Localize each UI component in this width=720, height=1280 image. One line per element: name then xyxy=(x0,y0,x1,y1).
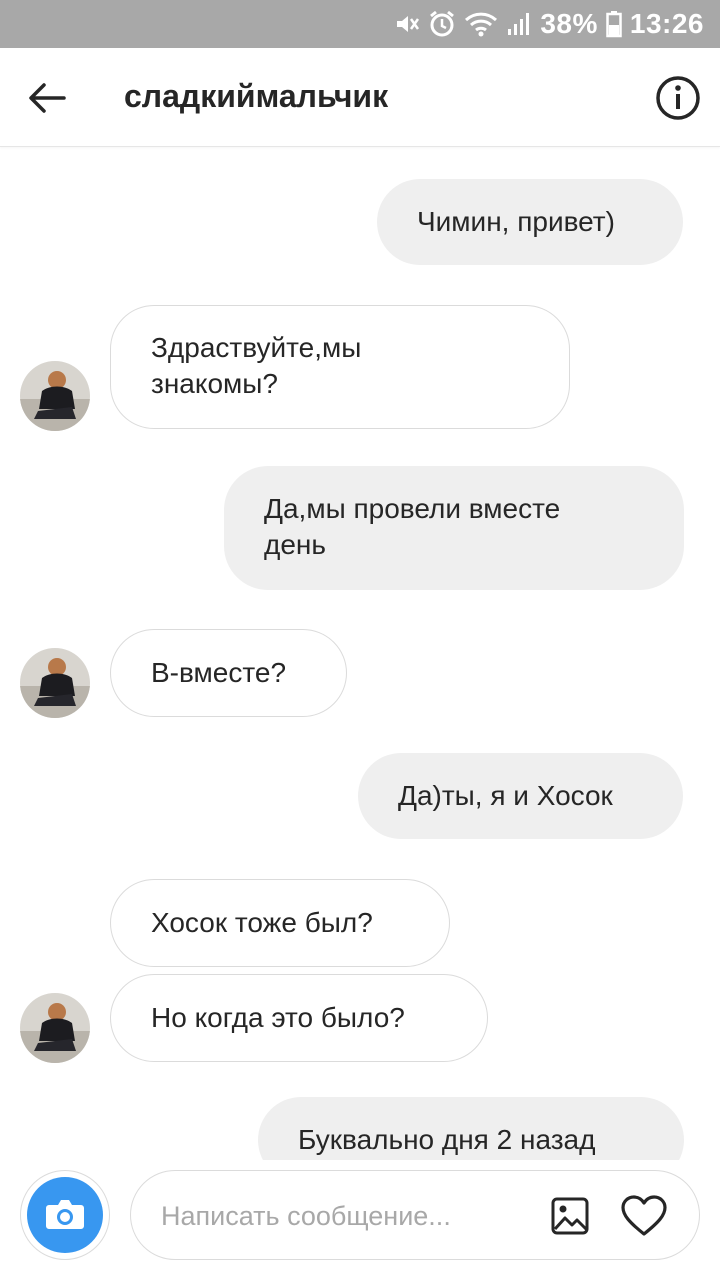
heart-icon[interactable] xyxy=(621,1195,667,1237)
message-bubble-outgoing[interactable]: Буквально дня 2 назад xyxy=(258,1097,684,1160)
clock: 13:26 xyxy=(629,8,704,39)
chat-title[interactable]: сладкиймальчик xyxy=(124,78,388,115)
message-bubble-outgoing[interactable]: Чимин, привет) xyxy=(377,179,683,265)
camera-icon xyxy=(46,1200,84,1229)
gallery-icon[interactable] xyxy=(551,1197,589,1235)
info-icon[interactable] xyxy=(654,74,702,122)
back-arrow-icon[interactable] xyxy=(24,76,68,120)
camera-button-fill xyxy=(27,1177,103,1253)
mute-icon xyxy=(397,16,420,32)
message-text: Хосок тоже был? xyxy=(151,907,373,938)
message-text: Буквально дня 2 назад xyxy=(298,1124,596,1155)
message-bubble-outgoing[interactable]: Да)ты, я и Хосок xyxy=(358,753,683,839)
message-bubble-outgoing[interactable]: Да,мы провели вместе день xyxy=(224,466,684,590)
camera-button[interactable] xyxy=(20,1170,110,1260)
status-bar: 38% 13:26 xyxy=(0,0,720,48)
message-bubble-incoming[interactable]: Но когда это было? xyxy=(110,974,488,1062)
status-icons: 38% 13:26 xyxy=(394,0,704,48)
message-composer xyxy=(0,1160,720,1280)
alarm-icon xyxy=(430,10,455,37)
message-text: Чимин, привет) xyxy=(417,206,615,237)
wifi-icon xyxy=(465,12,498,37)
message-input-container xyxy=(130,1170,700,1260)
chat-header: сладкиймальчик xyxy=(0,48,720,147)
signal-icon xyxy=(508,13,530,35)
message-text: Но когда это было? xyxy=(151,1002,405,1033)
avatar[interactable] xyxy=(20,648,90,718)
message-text: Да)ты, я и Хосок xyxy=(398,780,613,811)
message-text: Да,мы провели вместе xyxy=(264,493,561,524)
avatar[interactable] xyxy=(20,361,90,431)
message-text: день xyxy=(264,529,326,560)
message-thread[interactable]: Чимин, привет) Здраствуйте,мы знакомы? Д… xyxy=(0,147,720,1160)
message-bubble-incoming[interactable]: Хосок тоже был? xyxy=(110,879,450,967)
battery-percent: 38% xyxy=(540,8,598,39)
message-bubble-incoming[interactable]: Здраствуйте,мы знакомы? xyxy=(110,305,570,429)
message-text: знакомы? xyxy=(151,368,278,399)
avatar[interactable] xyxy=(20,993,90,1063)
message-input[interactable] xyxy=(159,1195,523,1237)
message-bubble-incoming[interactable]: В-вместе? xyxy=(110,629,347,717)
message-text: Здраствуйте,мы xyxy=(151,332,362,363)
battery-icon xyxy=(606,11,622,38)
message-text: В-вместе? xyxy=(151,657,287,688)
